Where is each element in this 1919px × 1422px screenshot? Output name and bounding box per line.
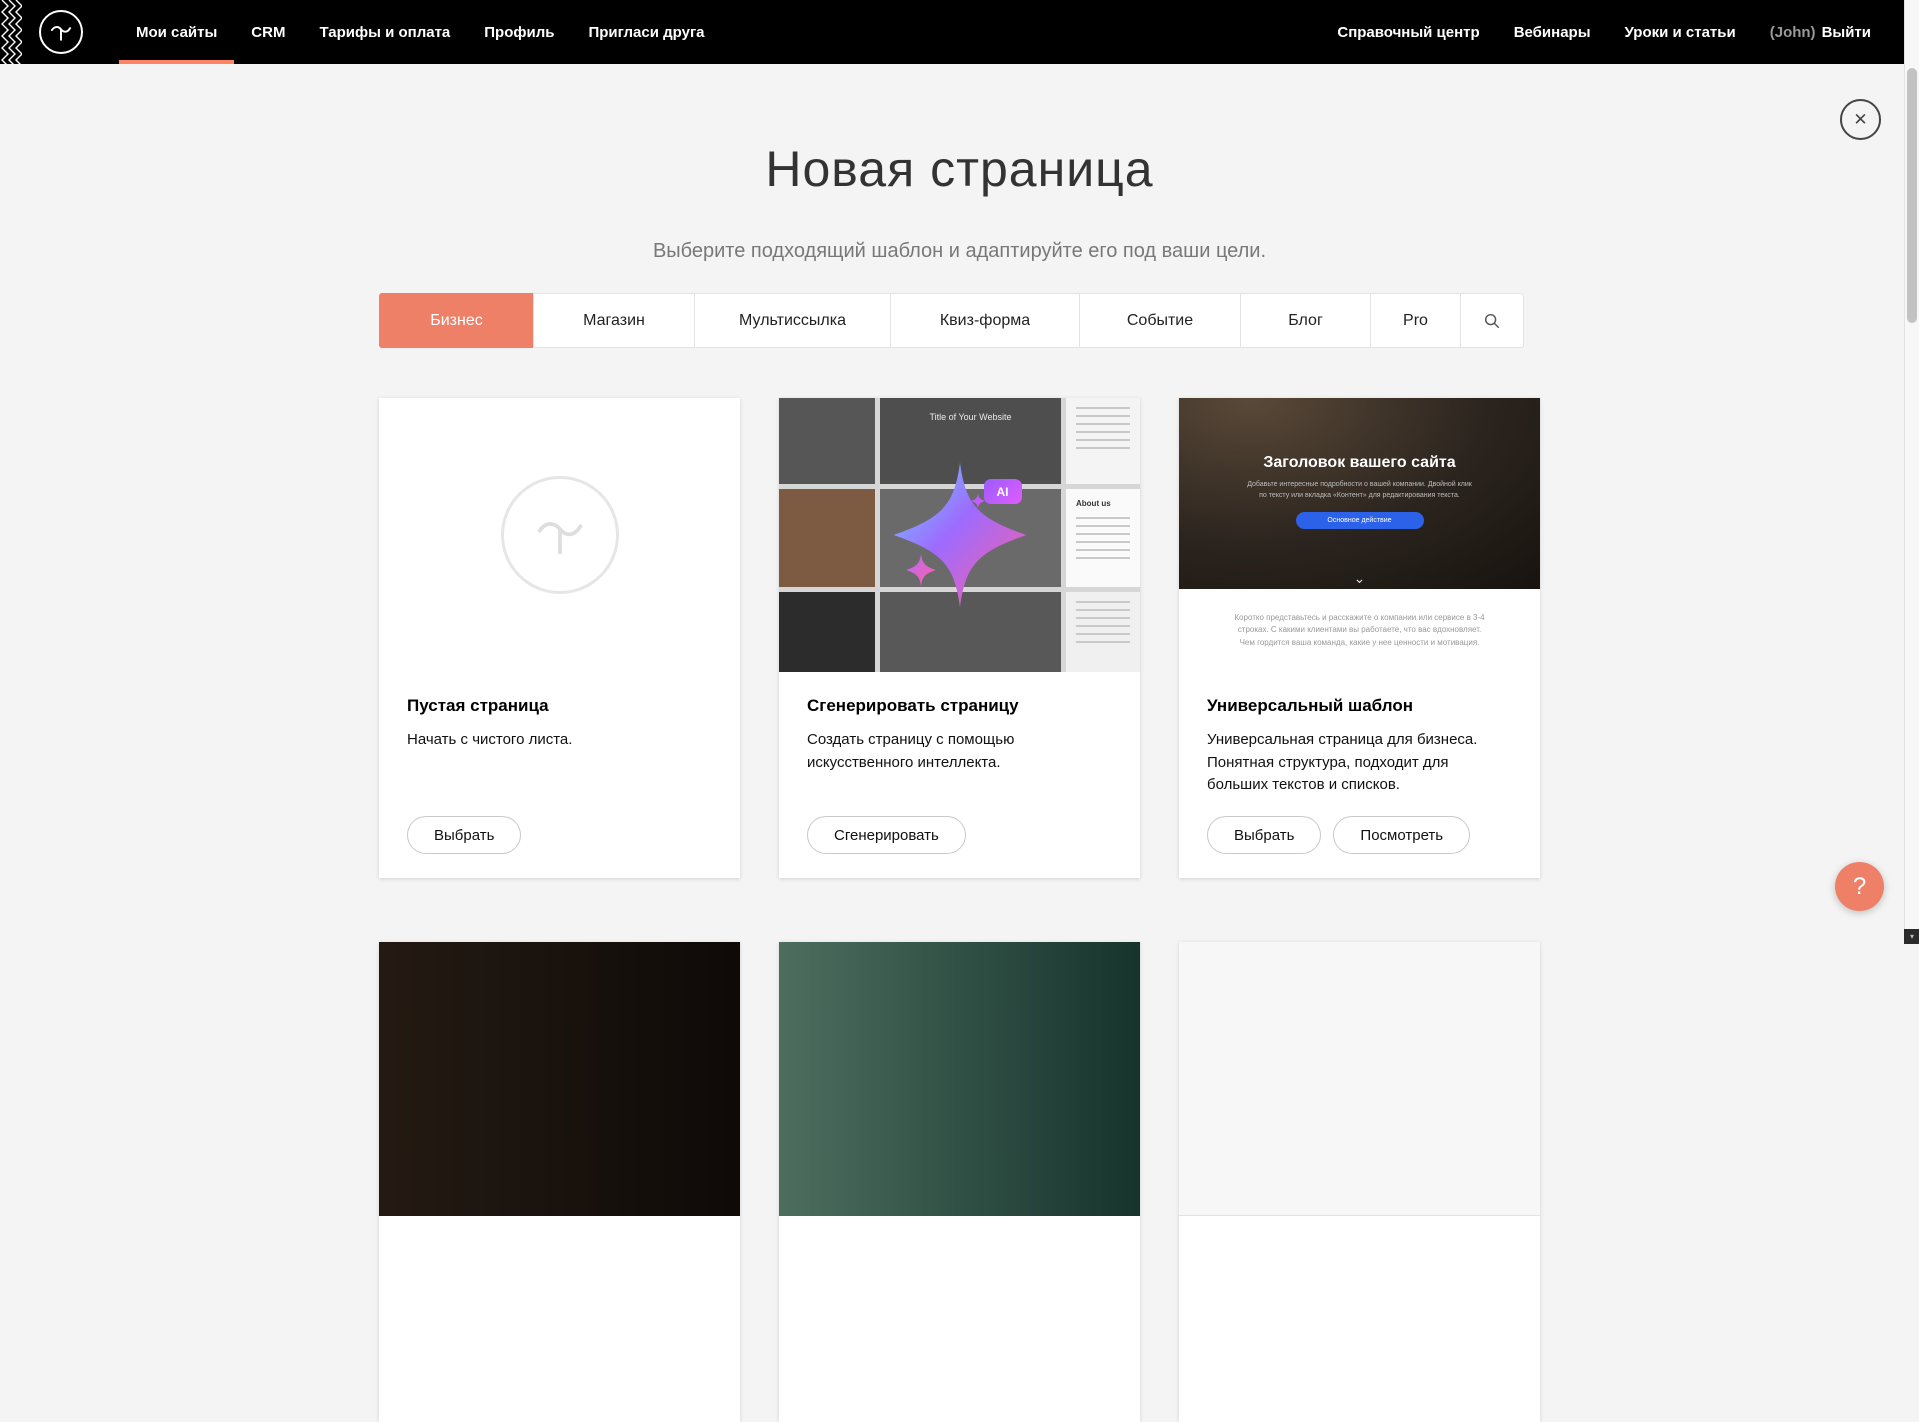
- nav-crm[interactable]: CRM: [234, 0, 302, 64]
- card-body: Пустая страница Начать с чистого листа. …: [379, 672, 740, 878]
- tab-multilink[interactable]: Мультиссылка: [694, 293, 891, 348]
- preview-hero-text: Добавьте интересные подробности о вашей …: [1244, 480, 1476, 502]
- nav-logout[interactable]: (John) Выйти: [1753, 0, 1888, 64]
- collage-tile: [1066, 592, 1140, 672]
- template-preview-image: [379, 942, 740, 1216]
- navbar-main-menu: Мои сайты CRM Тарифы и оплата Профиль Пр…: [119, 0, 722, 64]
- card-title: Универсальный шаблон: [1207, 696, 1512, 716]
- preview-hero: Заголовок вашего сайта Добавьте интересн…: [1179, 398, 1540, 589]
- tilda-logo-icon: [48, 19, 74, 45]
- new-page-dialog: ✕ Новая страница Выберите подходящий шаб…: [0, 0, 1919, 1422]
- collage-tile: About us: [1066, 489, 1140, 587]
- close-button[interactable]: ✕: [1840, 99, 1881, 140]
- choose-button[interactable]: Выбрать: [1207, 816, 1321, 854]
- search-icon: [1483, 312, 1501, 330]
- page-subtitle: Выберите подходящий шаблон и адаптируйте…: [0, 240, 1919, 263]
- card-description: Начать с чистого листа.: [407, 729, 712, 752]
- collage-tile: [779, 592, 875, 672]
- tab-business[interactable]: Бизнес: [379, 293, 534, 348]
- preview-hero-button: Основное действие: [1296, 512, 1424, 529]
- ai-badge: AI: [984, 479, 1022, 504]
- preview-hero-title: Заголовок вашего сайта: [1179, 398, 1540, 472]
- ai-generate-preview: Title of Your Website About us: [779, 398, 1140, 672]
- card-title: Пустая страница: [407, 696, 712, 716]
- top-navbar: Мои сайты CRM Тарифы и оплата Профиль Пр…: [0, 0, 1904, 64]
- collage-tile: [779, 489, 875, 587]
- template-card-partial-1[interactable]: [379, 942, 740, 1422]
- logout-label: Выйти: [1822, 24, 1871, 41]
- card-title: Сгенерировать страницу: [807, 696, 1112, 716]
- nav-invite-friend[interactable]: Пригласи друга: [571, 0, 721, 64]
- tab-search[interactable]: [1460, 293, 1524, 348]
- tab-pro[interactable]: Pro: [1370, 293, 1461, 348]
- nav-tariffs[interactable]: Тарифы и оплата: [302, 0, 467, 64]
- nav-my-sites[interactable]: Мои сайты: [119, 0, 234, 64]
- chevron-down-icon: ⌄: [1354, 571, 1366, 585]
- collage-site-title: Title of Your Website: [880, 412, 1061, 422]
- page-title: Новая страница: [0, 140, 1919, 198]
- template-card-partial-2[interactable]: [779, 942, 1140, 1422]
- blank-page-preview: [379, 398, 740, 672]
- nav-help-center[interactable]: Справочный центр: [1320, 0, 1496, 64]
- nav-lessons[interactable]: Уроки и статьи: [1608, 0, 1753, 64]
- preview-body-section: Коротко представьтесь и расскажите о ком…: [1179, 589, 1540, 672]
- tilda-watermark-icon: [501, 476, 619, 594]
- template-card-ai-generate[interactable]: Title of Your Website About us: [779, 398, 1140, 878]
- scroll-down-arrow-icon[interactable]: ▾: [1904, 929, 1919, 944]
- template-card-partial-3[interactable]: [1179, 942, 1540, 1422]
- template-card-blank[interactable]: Пустая страница Начать с чистого листа. …: [379, 398, 740, 878]
- ai-sparkle-small-icon: [904, 553, 938, 587]
- tab-shop[interactable]: Магазин: [533, 293, 695, 348]
- nav-profile[interactable]: Профиль: [467, 0, 571, 64]
- template-preview-image: [1179, 942, 1540, 1216]
- user-name: (John): [1770, 24, 1816, 41]
- scrollbar[interactable]: ▾: [1904, 0, 1919, 944]
- universal-template-preview: Заголовок вашего сайта Добавьте интересн…: [1179, 398, 1540, 672]
- navbar-secondary-menu: Справочный центр Вебинары Уроки и статьи…: [1320, 0, 1904, 64]
- collage-tile: [779, 398, 875, 484]
- template-category-tabs: Бизнес Магазин Мультиссылка Квиз-форма С…: [379, 293, 1540, 348]
- tab-blog[interactable]: Блог: [1240, 293, 1371, 348]
- generate-button[interactable]: Сгенерировать: [807, 816, 966, 854]
- choose-button[interactable]: Выбрать: [407, 816, 521, 854]
- tab-quiz[interactable]: Квиз-форма: [890, 293, 1080, 348]
- card-body: Универсальный шаблон Универсальная стран…: [1179, 672, 1540, 878]
- tilda-logo[interactable]: [39, 10, 83, 54]
- card-body: Сгенерировать страницу Создать страницу …: [779, 672, 1140, 878]
- card-description: Универсальная страница для бизнеса. Поня…: [1207, 729, 1512, 797]
- close-icon: ✕: [1853, 111, 1867, 128]
- tab-event[interactable]: Событие: [1079, 293, 1241, 348]
- zigzag-pattern-icon: [0, 0, 22, 64]
- template-cards-grid: Пустая страница Начать с чистого листа. …: [379, 398, 1540, 1422]
- preview-body-text: Коротко представьтесь и расскажите о ком…: [1234, 612, 1486, 649]
- card-description: Создать страницу с помощью искусственног…: [807, 729, 1112, 774]
- help-button[interactable]: ?: [1835, 862, 1884, 911]
- template-preview-image: [779, 942, 1140, 1216]
- collage-tile: [1066, 398, 1140, 484]
- nav-webinars[interactable]: Вебинары: [1497, 0, 1608, 64]
- scrollbar-thumb[interactable]: [1907, 68, 1917, 323]
- view-button[interactable]: Посмотреть: [1333, 816, 1470, 854]
- template-card-universal[interactable]: Заголовок вашего сайта Добавьте интересн…: [1179, 398, 1540, 878]
- collage-about-label: About us: [1076, 499, 1140, 508]
